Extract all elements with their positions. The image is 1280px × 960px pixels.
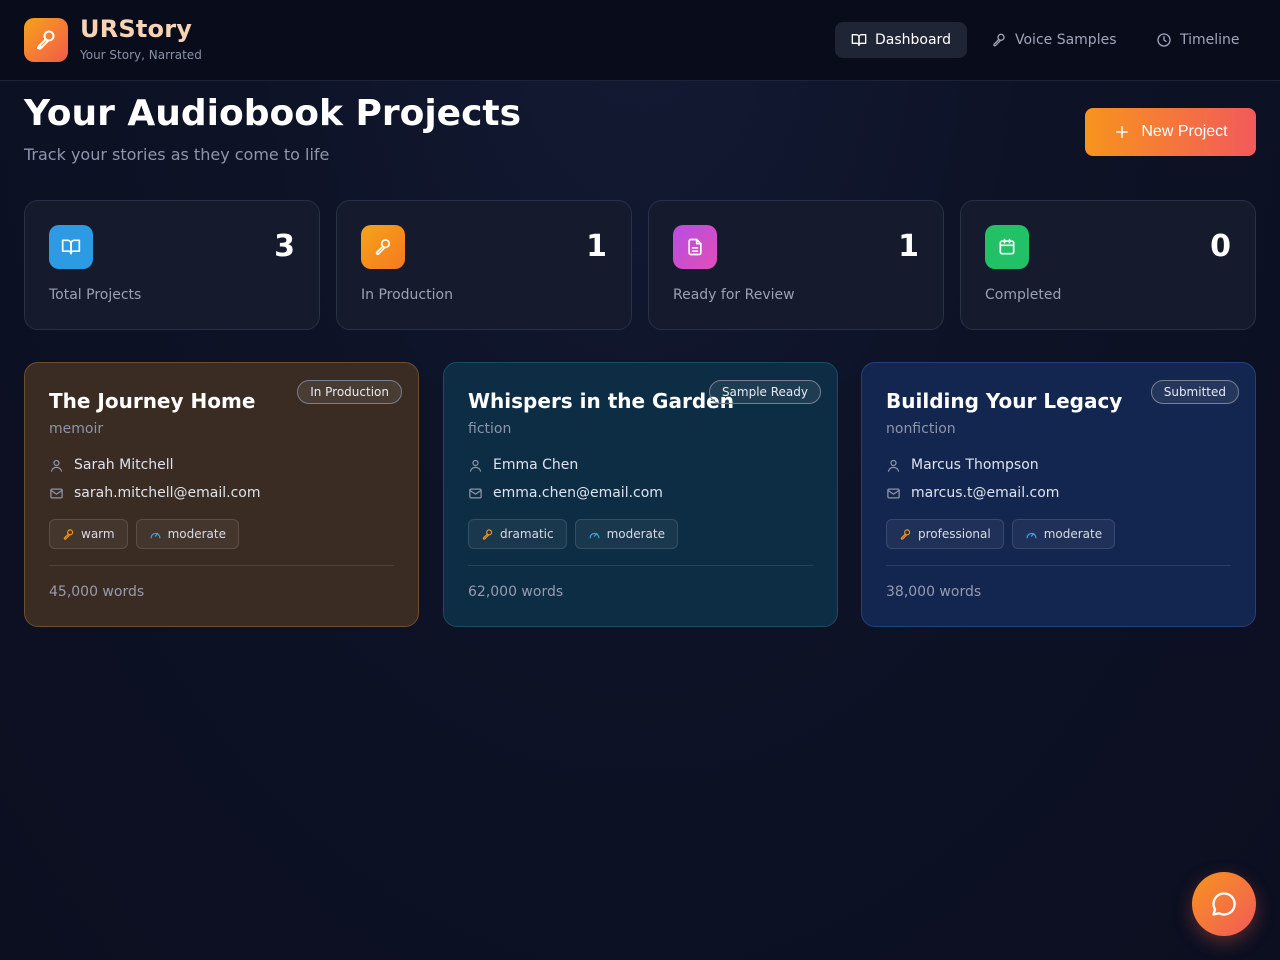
microphone-icon bbox=[63, 528, 74, 540]
stat-card-total: 3 Total Projects bbox=[24, 200, 320, 330]
tone-chip: dramatic bbox=[468, 519, 567, 549]
nav-dashboard[interactable]: Dashboard bbox=[835, 22, 967, 58]
stat-label: In Production bbox=[361, 287, 453, 303]
divider bbox=[886, 565, 1231, 566]
stat-icon-box bbox=[673, 225, 717, 269]
gauge-icon bbox=[1026, 532, 1037, 538]
project-genre: nonfiction bbox=[886, 421, 956, 437]
nav-label: Timeline bbox=[1180, 32, 1240, 48]
pace-label: moderate bbox=[606, 527, 665, 541]
stat-value: 0 bbox=[1210, 229, 1231, 264]
mail-icon bbox=[887, 488, 900, 498]
nav-voice-samples[interactable]: Voice Samples bbox=[975, 22, 1133, 58]
book-open-icon bbox=[61, 239, 81, 255]
microphone-icon bbox=[375, 239, 391, 256]
microphone-icon bbox=[482, 528, 493, 540]
user-icon bbox=[50, 459, 63, 472]
microphone-icon bbox=[37, 30, 55, 50]
author-row: Emma Chen bbox=[468, 455, 578, 475]
microphone-icon bbox=[993, 33, 1005, 47]
pace-chip: moderate bbox=[574, 519, 678, 549]
project-card[interactable]: The Journey Home In Production memoir Sa… bbox=[24, 362, 419, 627]
gauge-icon bbox=[150, 532, 161, 538]
project-title: Whispers in the Garden bbox=[468, 389, 734, 413]
document-icon bbox=[688, 238, 702, 256]
project-genre: fiction bbox=[468, 421, 512, 437]
brand-title: URStory bbox=[80, 15, 193, 43]
tone-label: warm bbox=[81, 527, 115, 541]
book-open-icon bbox=[851, 34, 867, 46]
pace-chip: moderate bbox=[1011, 519, 1116, 549]
chat-bubble-icon bbox=[1212, 892, 1236, 916]
divider bbox=[468, 565, 813, 566]
new-project-button[interactable]: New Project bbox=[1085, 108, 1256, 156]
gauge-icon bbox=[589, 532, 600, 538]
author-name: Emma Chen bbox=[493, 457, 579, 473]
mail-icon bbox=[469, 488, 482, 498]
nav-label: Dashboard bbox=[875, 32, 951, 48]
author-name: Sarah Mitchell bbox=[74, 457, 174, 473]
pace-chip: moderate bbox=[135, 519, 239, 549]
calendar-icon bbox=[999, 238, 1015, 255]
new-project-label: New Project bbox=[1141, 123, 1228, 140]
app-header: URStory Your Story, Narrated Dashboard V… bbox=[0, 0, 1280, 81]
tone-chip: warm bbox=[49, 519, 128, 549]
tone-label: professional bbox=[918, 527, 991, 541]
stat-label: Total Projects bbox=[49, 287, 142, 303]
author-email: emma.chen@email.com bbox=[493, 485, 663, 501]
logo[interactable] bbox=[24, 18, 68, 62]
plus-icon bbox=[1116, 126, 1129, 138]
project-card[interactable]: Building Your Legacy Submitted nonfictio… bbox=[861, 362, 1256, 627]
divider bbox=[49, 565, 394, 566]
microphone-icon bbox=[900, 528, 911, 540]
stat-card-completed: 0 Completed bbox=[960, 200, 1256, 330]
author-row: Sarah Mitchell bbox=[49, 455, 174, 475]
nav-timeline[interactable]: Timeline bbox=[1140, 22, 1256, 58]
voice-chips: professional moderate bbox=[886, 519, 1116, 549]
chat-button[interactable] bbox=[1192, 872, 1256, 936]
status-badge: Sample Ready bbox=[708, 380, 821, 404]
stat-label: Completed bbox=[985, 287, 1062, 303]
status-badge: In Production bbox=[297, 380, 402, 404]
project-genre: memoir bbox=[49, 421, 104, 437]
word-count: 62,000 words bbox=[468, 584, 564, 600]
email-row: emma.chen@email.com bbox=[468, 483, 663, 503]
voice-chips: dramatic moderate bbox=[468, 519, 678, 549]
stat-icon-box bbox=[985, 225, 1029, 269]
pace-label: moderate bbox=[167, 527, 226, 541]
pace-label: moderate bbox=[1043, 527, 1103, 541]
user-icon bbox=[887, 459, 900, 472]
stat-card-in-production: 1 In Production bbox=[336, 200, 632, 330]
user-icon bbox=[469, 459, 482, 472]
tone-chip: professional bbox=[886, 519, 1004, 549]
stat-value: 3 bbox=[274, 229, 295, 264]
stat-icon-box bbox=[361, 225, 405, 269]
author-email: marcus.t@email.com bbox=[911, 485, 1060, 501]
brand-subtitle: Your Story, Narrated bbox=[80, 48, 202, 62]
email-row: sarah.mitchell@email.com bbox=[49, 483, 260, 503]
project-title: The Journey Home bbox=[49, 389, 256, 413]
status-badge: Submitted bbox=[1150, 380, 1239, 404]
author-name: Marcus Thompson bbox=[911, 457, 1039, 473]
stat-icon-box bbox=[49, 225, 93, 269]
stat-label: Ready for Review bbox=[673, 287, 795, 303]
stat-card-ready-for-review: 1 Ready for Review bbox=[648, 200, 944, 330]
word-count: 38,000 words bbox=[886, 584, 982, 600]
project-title: Building Your Legacy bbox=[886, 389, 1123, 413]
page-title: Your Audiobook Projects bbox=[24, 93, 522, 134]
page-subtitle: Track your stories as they come to life bbox=[24, 145, 330, 164]
stat-value: 1 bbox=[586, 229, 607, 264]
nav-label: Voice Samples bbox=[1015, 32, 1117, 48]
clock-icon bbox=[1157, 33, 1171, 47]
mail-icon bbox=[50, 488, 63, 498]
email-row: marcus.t@email.com bbox=[886, 483, 1059, 503]
author-row: Marcus Thompson bbox=[886, 455, 1039, 475]
stat-value: 1 bbox=[898, 229, 919, 264]
author-email: sarah.mitchell@email.com bbox=[74, 485, 261, 501]
project-card[interactable]: Whispers in the Garden Sample Ready fict… bbox=[443, 362, 838, 627]
voice-chips: warm moderate bbox=[49, 519, 239, 549]
word-count: 45,000 words bbox=[49, 584, 145, 600]
tone-label: dramatic bbox=[500, 527, 554, 541]
